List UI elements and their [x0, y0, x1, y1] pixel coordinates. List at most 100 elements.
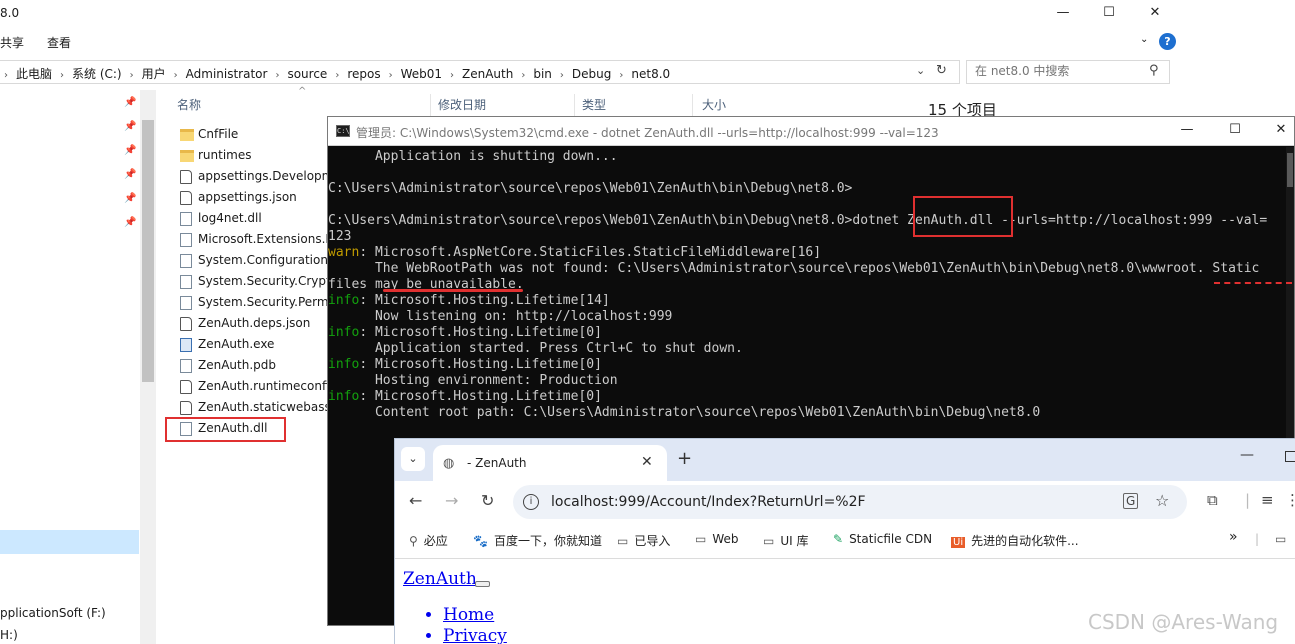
column-size[interactable]: 大小: [702, 96, 726, 113]
breadcrumb-item[interactable]: Web01: [401, 67, 442, 81]
bookmark-item[interactable]: ▭ 已导入: [617, 532, 670, 549]
minimize-icon[interactable]: —: [1240, 447, 1254, 463]
ribbon-expand-icon[interactable]: ⌄: [1140, 34, 1148, 45]
bookmark-item[interactable]: Ui 先进的自动化软件...: [951, 532, 1079, 549]
explorer-search[interactable]: ⚲: [966, 60, 1170, 84]
address-history-icon[interactable]: ⌄: [916, 64, 925, 77]
help-icon[interactable]: ?: [1159, 33, 1176, 50]
column-divider[interactable]: [692, 94, 693, 116]
tab-search-icon[interactable]: ⌄: [401, 447, 425, 471]
breadcrumb-separator-icon[interactable]: ›: [4, 70, 8, 81]
breadcrumb-separator-icon[interactable]: ›: [60, 70, 64, 81]
nav-link[interactable]: Home: [443, 605, 494, 625]
file-row[interactable]: log4net.dll: [160, 208, 330, 229]
ribbon-tab-share[interactable]: 共享: [0, 34, 24, 51]
menu-icon[interactable]: ⋮: [1285, 491, 1295, 509]
forward-icon[interactable]: →: [445, 491, 458, 510]
bookmark-item[interactable]: ▭ UI 库: [763, 532, 808, 549]
breadcrumb-separator-icon[interactable]: ›: [275, 70, 279, 81]
file-row[interactable]: System.Security.Crypto: [160, 271, 330, 292]
nav-scrollbar-thumb[interactable]: [142, 120, 154, 382]
column-type[interactable]: 类型: [582, 96, 606, 113]
site-info-icon[interactable]: i: [523, 494, 539, 510]
breadcrumb-separator-icon[interactable]: ›: [174, 70, 178, 81]
minimize-icon[interactable]: —: [1164, 117, 1210, 146]
minimize-icon[interactable]: —: [1040, 0, 1086, 28]
pin-icon[interactable]: 📌: [124, 193, 136, 204]
breadcrumb-item[interactable]: bin: [533, 67, 552, 81]
breadcrumb-item[interactable]: 系统 (C:): [72, 65, 122, 82]
tab-zenauth[interactable]: ◍ - ZenAuth ✕: [433, 445, 667, 481]
all-bookmarks-folder-icon[interactable]: ▭: [1275, 532, 1286, 546]
breadcrumb-item[interactable]: Administrator: [186, 67, 268, 81]
file-row[interactable]: System.Configuration.C: [160, 250, 330, 271]
translate-icon[interactable]: G: [1123, 493, 1139, 509]
breadcrumb-separator-icon[interactable]: ›: [560, 70, 564, 81]
breadcrumb-separator-icon[interactable]: ›: [619, 70, 623, 81]
breadcrumb-item[interactable]: 用户: [142, 65, 166, 82]
search-input[interactable]: [975, 64, 1145, 78]
file-row[interactable]: ZenAuth.pdb: [160, 355, 330, 376]
reload-icon[interactable]: ↻: [481, 491, 494, 510]
pin-icon[interactable]: 📌: [124, 121, 136, 132]
file-row[interactable]: System.Security.Permis: [160, 292, 330, 313]
maximize-icon[interactable]: [1285, 451, 1295, 462]
breadcrumb-item[interactable]: net8.0: [631, 67, 670, 81]
column-divider[interactable]: [430, 94, 431, 116]
file-row[interactable]: ZenAuth.exe: [160, 334, 330, 355]
breadcrumb-item[interactable]: source: [287, 67, 327, 81]
column-divider[interactable]: [574, 94, 575, 116]
address-bar[interactable]: i localhost:999/Account/Index?ReturnUrl=…: [513, 485, 1187, 519]
bookmark-star-icon[interactable]: ☆: [1155, 491, 1169, 510]
brand-link[interactable]: ZenAuth: [403, 569, 477, 589]
maximize-icon[interactable]: ☐: [1086, 0, 1132, 28]
close-tab-icon[interactable]: ✕: [641, 454, 653, 470]
close-icon[interactable]: ✕: [1258, 117, 1295, 146]
column-name[interactable]: 名称: [177, 96, 201, 113]
nav-link[interactable]: Privacy: [443, 626, 507, 644]
extensions-icon[interactable]: ⧉: [1207, 491, 1218, 509]
file-row[interactable]: runtimes: [160, 145, 330, 166]
address-bar[interactable]: › 此电脑 › 系统 (C:) › 用户 › Administrator › source › rep…: [0, 60, 960, 84]
navbar-toggler-button[interactable]: [475, 581, 490, 587]
file-row[interactable]: ZenAuth.deps.json: [160, 313, 330, 334]
pin-icon[interactable]: 📌: [124, 169, 136, 180]
close-icon[interactable]: ✕: [1132, 0, 1178, 28]
pin-icon[interactable]: 📌: [124, 97, 136, 108]
pin-icon[interactable]: 📌: [124, 145, 136, 156]
console-output[interactable]: Application is shutting down... C:\Users\…: [328, 147, 1286, 437]
breadcrumb-separator-icon[interactable]: ›: [521, 70, 525, 81]
cmd-scrollbar-thumb[interactable]: [1287, 153, 1293, 187]
breadcrumb-item[interactable]: repos: [347, 67, 380, 81]
breadcrumb-separator-icon[interactable]: ›: [450, 70, 454, 81]
file-row[interactable]: CnfFile: [160, 124, 330, 145]
breadcrumb-separator-icon[interactable]: ›: [389, 70, 393, 81]
pin-icon[interactable]: 📌: [124, 217, 136, 228]
bookmarks-overflow-icon[interactable]: »: [1229, 529, 1238, 545]
bookmark-item[interactable]: ▭ Web: [695, 532, 739, 546]
nav-item-drive-f[interactable]: pplicationSoft (F:): [0, 606, 106, 620]
bookmark-item[interactable]: ✎ Staticfile CDN: [833, 532, 932, 546]
file-row[interactable]: ZenAuth.runtimeconfig: [160, 376, 330, 397]
breadcrumb-separator-icon[interactable]: ›: [335, 70, 339, 81]
nav-selected-item[interactable]: [0, 530, 139, 554]
nav-item-drive-h[interactable]: H:): [0, 628, 18, 642]
column-modified[interactable]: 修改日期: [438, 96, 486, 113]
reading-list-icon[interactable]: ≡: [1261, 491, 1274, 509]
breadcrumb-item[interactable]: ZenAuth: [462, 67, 513, 81]
ribbon-tab-view[interactable]: 查看: [47, 34, 71, 51]
file-row[interactable]: appsettings.json: [160, 187, 330, 208]
file-row[interactable]: ZenAuth.staticwebasse: [160, 397, 330, 418]
breadcrumb-item[interactable]: Debug: [572, 67, 611, 81]
file-row[interactable]: appsettings.Developm: [160, 166, 330, 187]
url-text[interactable]: localhost:999/Account/Index?ReturnUrl=%2…: [551, 494, 866, 510]
back-icon[interactable]: ←: [409, 491, 422, 510]
breadcrumb-separator-icon[interactable]: ›: [130, 70, 134, 81]
breadcrumb-item[interactable]: 此电脑: [16, 65, 52, 82]
bookmark-item[interactable]: 🐾 百度一下，你就知道: [473, 532, 602, 549]
new-tab-icon[interactable]: +: [677, 448, 692, 469]
bookmark-item[interactable]: ⚲ 必应: [409, 532, 448, 549]
maximize-icon[interactable]: ☐: [1212, 117, 1258, 146]
file-row[interactable]: Microsoft.Extensions.L: [160, 229, 330, 250]
refresh-icon[interactable]: ↻: [936, 63, 947, 78]
